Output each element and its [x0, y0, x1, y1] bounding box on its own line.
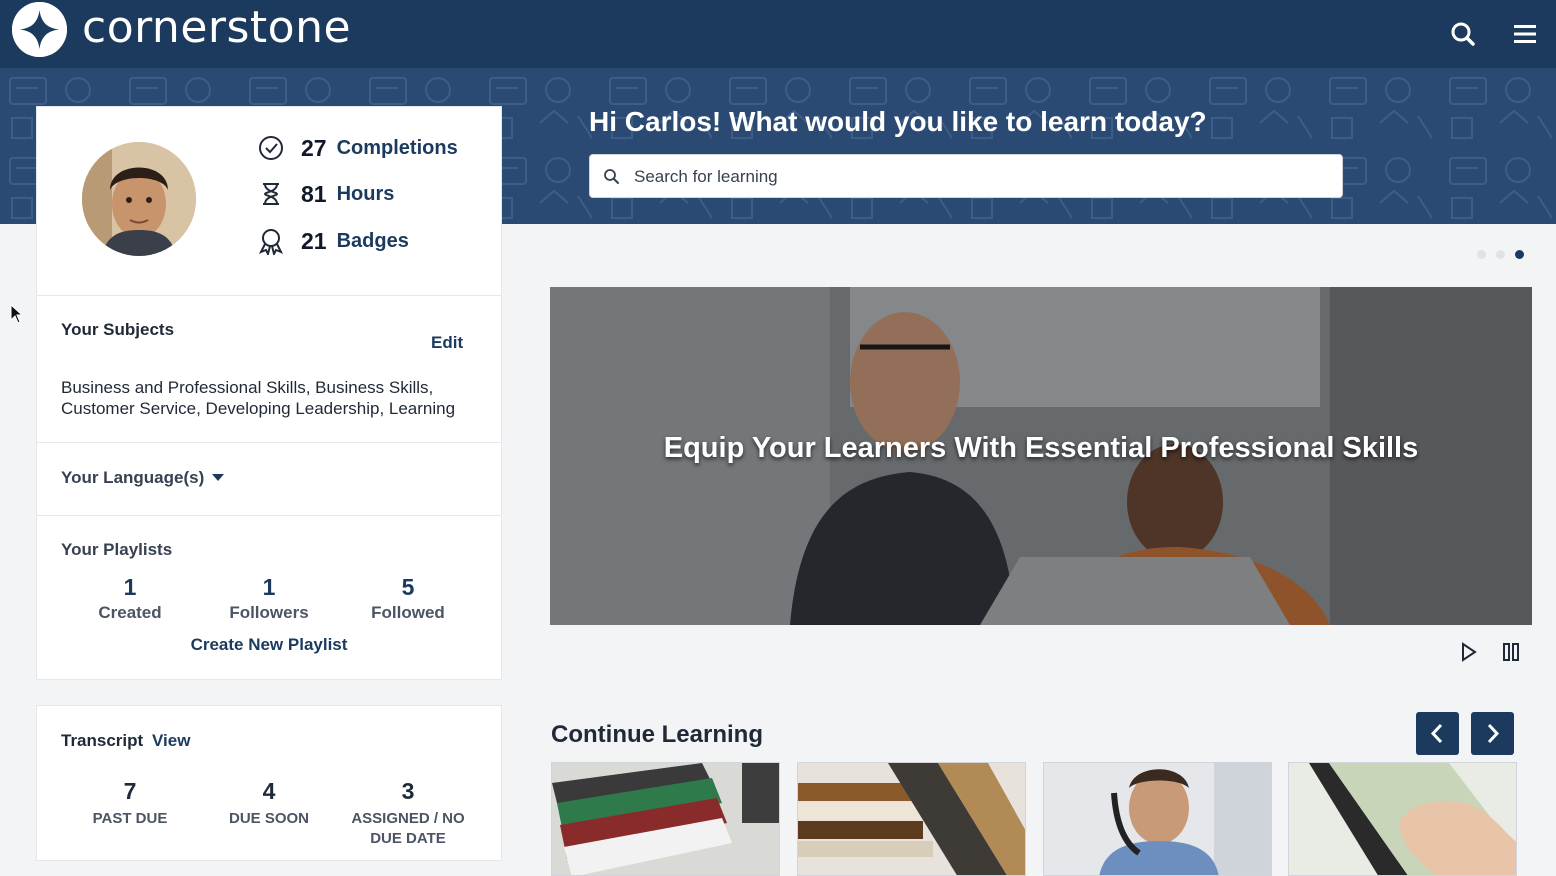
transcript-title: Transcript — [61, 731, 144, 750]
pause-icon[interactable] — [1499, 640, 1523, 664]
search-icon — [604, 169, 619, 184]
transcript-card: Transcript View 7 PAST DUE 4 DUE SOON 3 … — [36, 705, 502, 861]
transcript-due-soon[interactable]: 4 DUE SOON — [199, 778, 339, 829]
completions-stat: 27 Completions — [257, 132, 458, 164]
search-input[interactable] — [634, 163, 1324, 191]
languages-dropdown[interactable]: Your Language(s) — [61, 468, 225, 488]
badge-icon — [258, 229, 284, 255]
hero-carousel-slide[interactable]: Equip Your Learners With Essential Profe… — [550, 287, 1532, 625]
greeting-heading: Hi Carlos! What would you like to learn … — [589, 106, 1207, 137]
carousel-dot-1[interactable] — [1477, 250, 1486, 259]
hours-link[interactable]: Hours — [337, 183, 395, 206]
avatar[interactable] — [82, 142, 196, 256]
languages-label: Your Language(s) — [61, 468, 205, 487]
hours-count: 81 — [301, 180, 327, 207]
hamburger-menu-icon[interactable] — [1509, 18, 1541, 50]
playlists-followers[interactable]: 1 Followers — [199, 574, 339, 623]
completions-link[interactable]: Completions — [337, 137, 458, 160]
search-icon[interactable] — [1447, 18, 1479, 50]
playlists-created[interactable]: 1 Created — [60, 574, 200, 623]
create-playlist-link[interactable]: Create New Playlist — [37, 635, 501, 655]
divider — [37, 442, 501, 443]
hourglass-icon — [263, 183, 279, 205]
edit-subjects-link[interactable]: Edit — [431, 333, 463, 353]
caret-down-icon — [212, 473, 225, 481]
playlists-followers-count: 1 — [262, 574, 276, 600]
learning-search-box[interactable] — [589, 154, 1343, 198]
continue-learning-title: Continue Learning — [551, 721, 763, 748]
past-due-count: 7 — [123, 778, 137, 804]
play-icon[interactable] — [1456, 640, 1480, 664]
man-on-phone-image — [1044, 763, 1271, 875]
chevron-right-icon — [1487, 723, 1500, 744]
playlists-followed-count: 5 — [401, 574, 415, 600]
mouse-cursor-icon — [10, 304, 24, 324]
chevron-left-icon — [1430, 723, 1443, 744]
carousel-dot-2[interactable] — [1496, 250, 1505, 259]
carousel-prev-button[interactable] — [1416, 712, 1459, 755]
divider — [37, 295, 501, 296]
assigned-label: ASSIGNED / NO DUE DATE — [351, 810, 465, 847]
playlists-created-label: Created — [98, 603, 162, 622]
profile-card: 27 Completions 81 Hours 21 Badges Your S… — [36, 106, 502, 680]
transcript-view-link[interactable]: View — [152, 731, 190, 751]
transcript-assigned[interactable]: 3 ASSIGNED / NO DUE DATE — [338, 778, 478, 849]
badges-count: 21 — [301, 227, 327, 254]
badges-stat: 21 Badges — [257, 225, 409, 257]
hero-caption: Equip Your Learners With Essential Profe… — [663, 432, 1419, 464]
course-thumbnail[interactable] — [1043, 762, 1272, 876]
playlists-followed-label: Followed — [371, 603, 445, 622]
playlists-created-count: 1 — [123, 574, 137, 600]
course-thumbnail[interactable] — [1288, 762, 1517, 876]
top-navigation-bar: cornerstone — [0, 0, 1556, 68]
cornerstone-logo-icon[interactable] — [12, 2, 67, 57]
transcript-past-due[interactable]: 7 PAST DUE — [60, 778, 200, 829]
carousel-next-button[interactable] — [1471, 712, 1514, 755]
badges-link[interactable]: Badges — [337, 230, 409, 253]
course-thumbnail[interactable] — [551, 762, 780, 876]
books-on-shelf-image — [798, 763, 1025, 875]
hours-stat: 81 Hours — [257, 178, 394, 210]
past-due-label: PAST DUE — [92, 810, 168, 827]
brand-name: cornerstone — [82, 2, 352, 53]
subjects-title: Your Subjects — [61, 320, 175, 339]
subjects-list: Business and Professional Skills, Busine… — [61, 378, 456, 418]
course-thumbnail[interactable] — [797, 762, 1026, 876]
check-circle-icon — [259, 136, 283, 160]
playlists-title: Your Playlists — [61, 540, 173, 559]
assigned-count: 3 — [401, 778, 415, 804]
due-soon-count: 4 — [262, 778, 276, 804]
divider — [37, 515, 501, 516]
playlists-followers-label: Followers — [229, 603, 309, 622]
completions-count: 27 — [301, 134, 327, 161]
playlists-followed[interactable]: 5 Followed — [338, 574, 478, 623]
hand-on-tablet-image — [1289, 763, 1516, 875]
stacked-binders-image — [552, 763, 779, 875]
due-soon-label: DUE SOON — [228, 810, 309, 827]
carousel-pagination — [1477, 250, 1534, 259]
carousel-dot-3[interactable] — [1515, 250, 1524, 259]
